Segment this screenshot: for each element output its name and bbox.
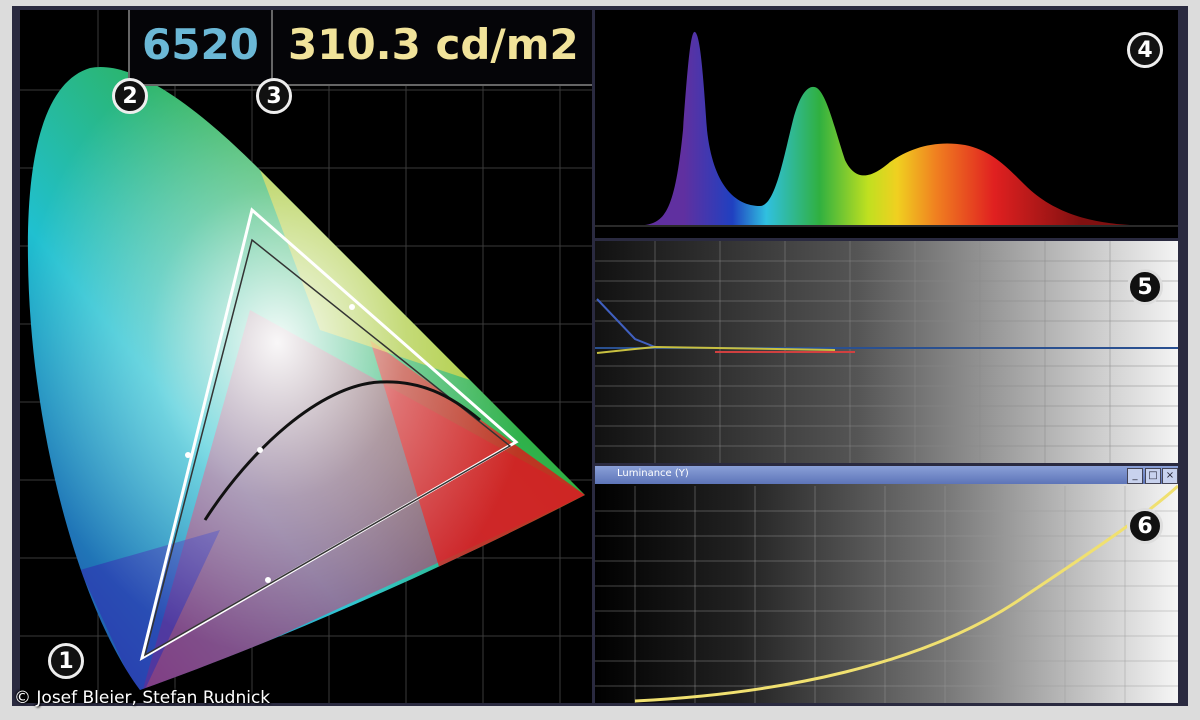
image-credit: © Josef Bleier, Stefan Rudnick [14, 688, 271, 708]
spectral-power-distribution [595, 31, 1178, 227]
blue-deviation-line [596, 298, 656, 348]
spectrum-panel: 4 [595, 10, 1178, 238]
gamut-marker [185, 452, 191, 458]
gamma-grid [595, 486, 1178, 703]
cie-diagram-panel: 6520 310.3 cd/m2 1 2 3 [20, 10, 592, 703]
spectrum-curve [645, 31, 1130, 225]
badge-3: 3 [256, 78, 292, 114]
gamma-curve [634, 484, 1178, 703]
badge-5: 5 [1127, 269, 1163, 305]
gray-balance-panel: 5 [595, 241, 1178, 463]
badge-4: 4 [1127, 32, 1163, 68]
white-point-marker [257, 447, 263, 453]
gamut-marker [265, 577, 271, 583]
gray-balance-chart [595, 241, 1178, 463]
cie-horseshoe [27, 66, 586, 691]
badge-2: 2 [112, 78, 148, 114]
gray-balance-grid [595, 241, 1178, 463]
gamma-chart [595, 484, 1178, 703]
gamma-panel: Luminance (Y) _ □ × 6 [595, 466, 1178, 703]
badge-1: 1 [48, 643, 84, 679]
color-temperature-value: 6520 [142, 20, 259, 69]
gamut-marker [349, 304, 355, 310]
cie-diagram [20, 10, 592, 703]
luminance-value: 310.3 cd/m2 [288, 20, 579, 69]
readout-divider [271, 10, 273, 84]
measurement-readout: 6520 310.3 cd/m2 [128, 10, 592, 86]
badge-6: 6 [1127, 508, 1163, 544]
